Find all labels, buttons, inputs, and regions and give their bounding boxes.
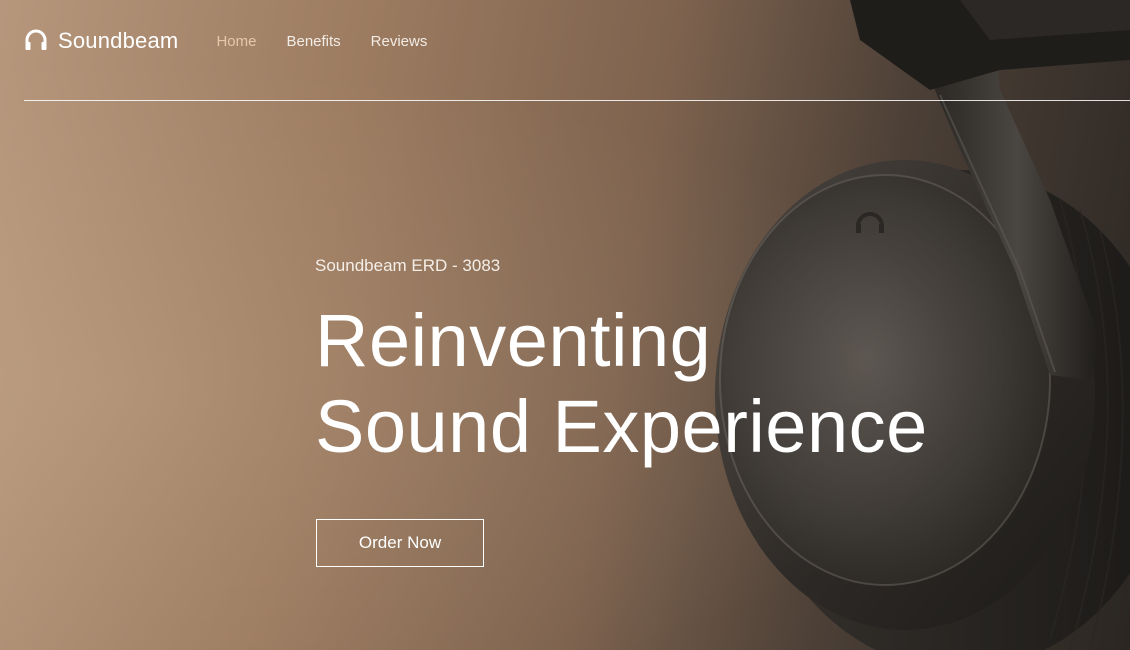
nav-item-home[interactable]: Home xyxy=(216,33,256,50)
top-nav: Soundbeam Home Benefits Reviews xyxy=(24,28,457,54)
nav-item-benefits[interactable]: Benefits xyxy=(286,33,340,50)
product-model: Soundbeam ERD - 3083 xyxy=(315,256,501,275)
headphones-icon xyxy=(25,29,47,50)
hero-headline: Reinventing Sound Experience xyxy=(315,298,928,470)
hero-section: Soundbeam Home Benefits Reviews Soundbea… xyxy=(0,0,1130,650)
hero-copy: Soundbeam ERD - 3083 Reinventing Sound E… xyxy=(315,256,928,470)
order-now-button[interactable]: Order Now xyxy=(316,519,484,567)
brand-name: Soundbeam xyxy=(58,28,179,53)
headline-line-2: Sound Experience xyxy=(315,385,928,468)
brand-logo[interactable]: Soundbeam xyxy=(24,28,178,54)
headline-line-1: Reinventing xyxy=(315,299,712,382)
nav-item-reviews[interactable]: Reviews xyxy=(371,33,428,50)
nav-divider xyxy=(24,100,1130,101)
